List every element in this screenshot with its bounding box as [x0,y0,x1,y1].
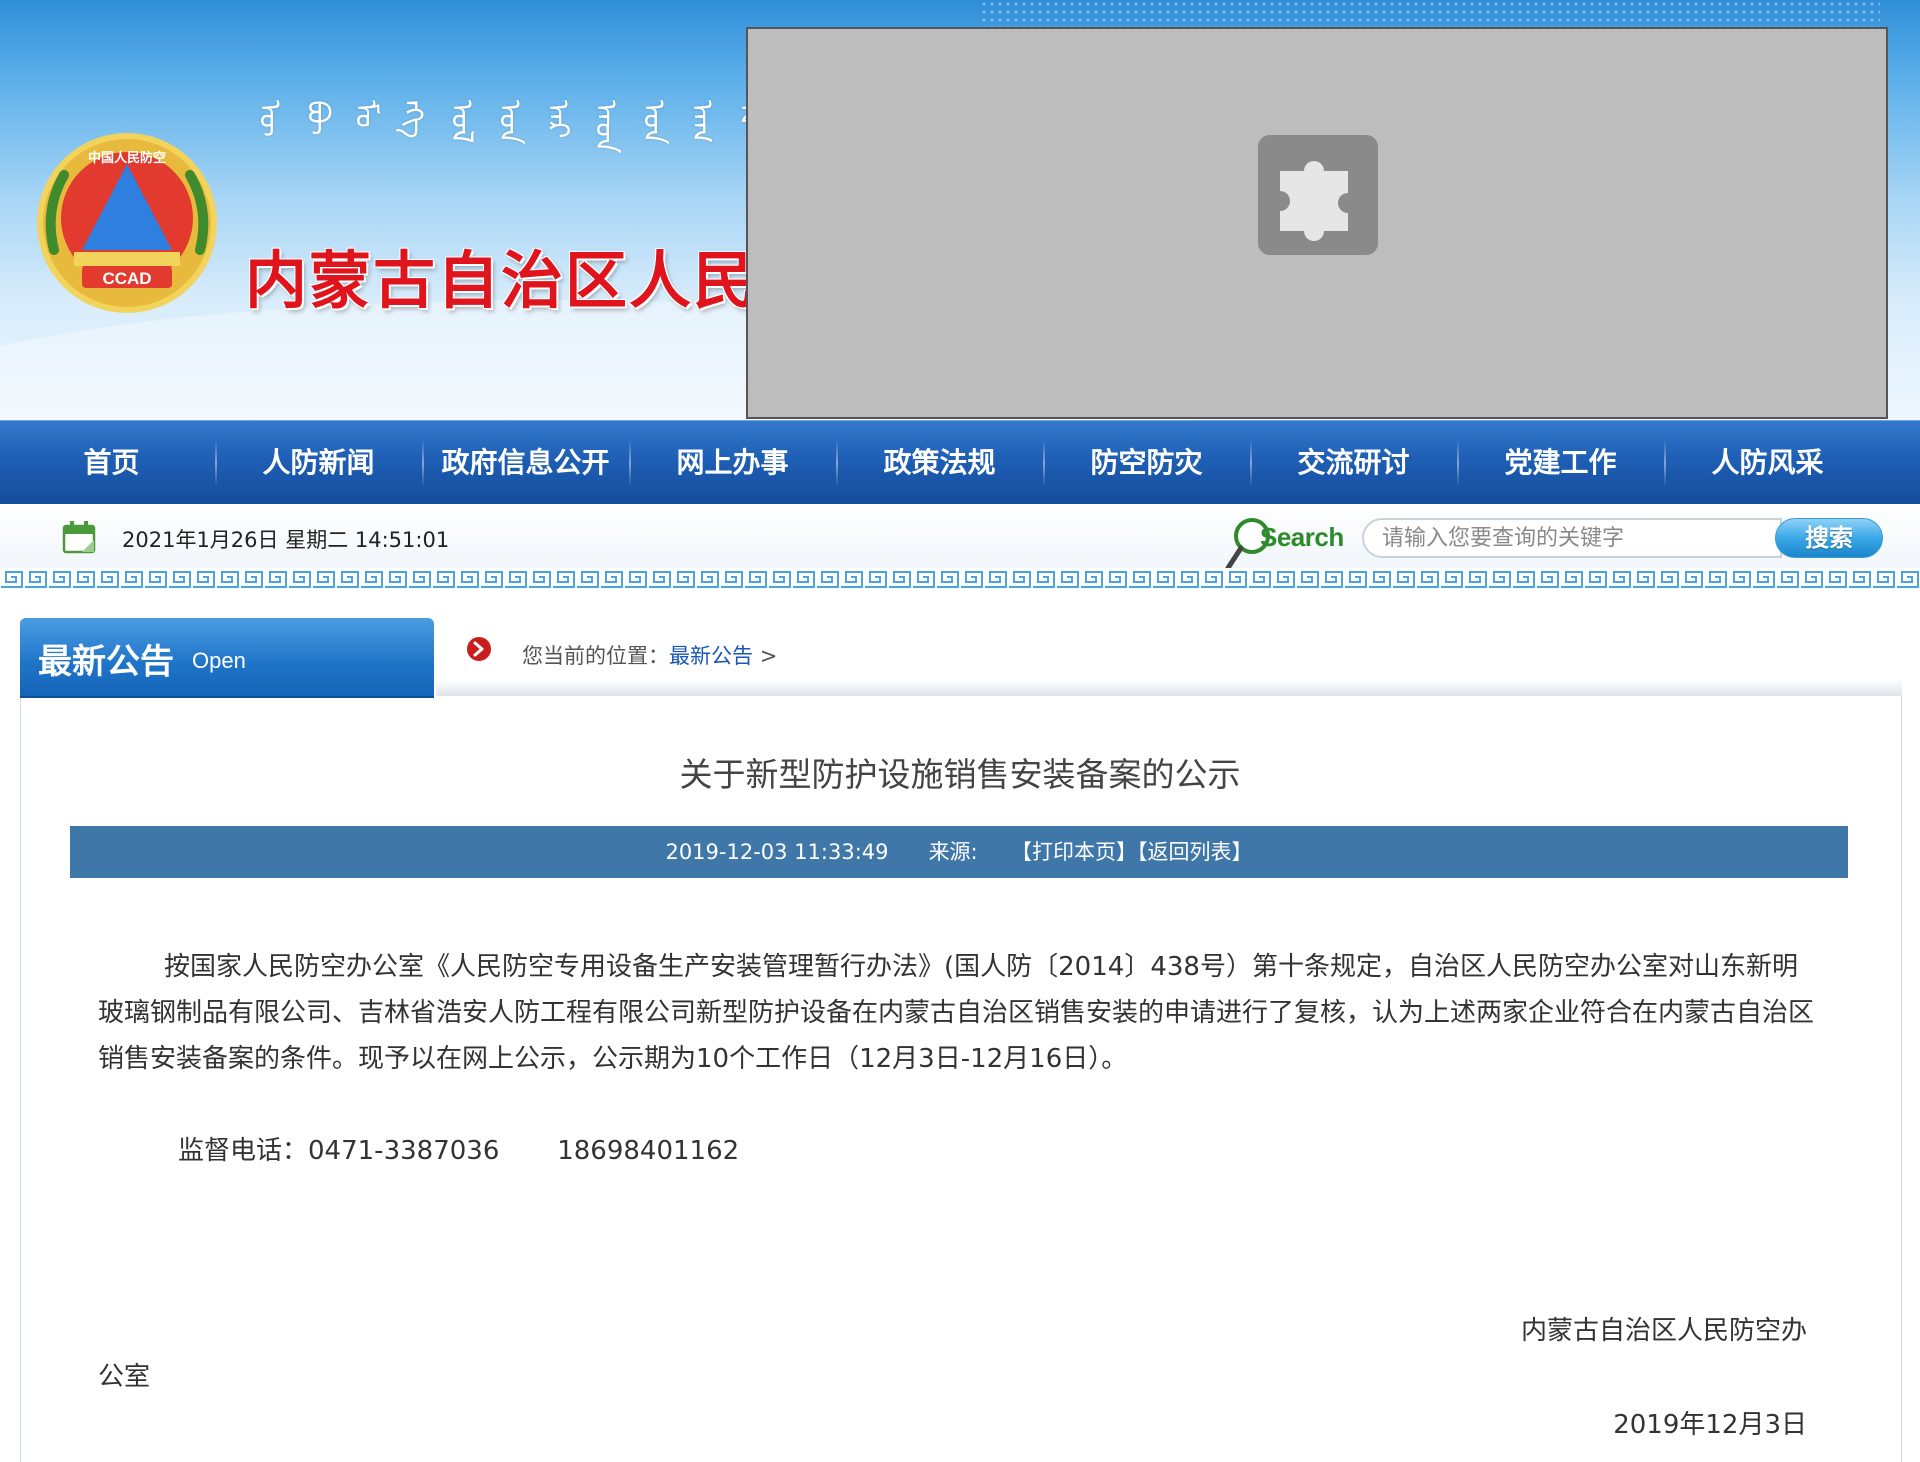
mongolian-glyph: ᠠᠭ [684,100,719,144]
emblem-ring-text: 中国人民防空 [88,150,166,166]
signature-line-1: 内蒙古自治区人民防空办 [1520,1316,1807,1346]
section-title: 最新公告 [38,642,174,682]
phone-number-2: 18698401162 [557,1136,740,1166]
section-subtitle: Open [192,648,246,673]
mongolian-glyph: ᠣᠯ [444,100,479,144]
main-navigation: 首页 人防新闻 政府信息公开 网上办事 政策法规 防空防灾 交流研讨 党建工作 人防风采 [0,420,1920,504]
ccad-emblem-logo: CCAD 中国人民防空 [37,133,217,313]
search-logo: Search [1222,510,1352,574]
search-input[interactable] [1362,518,1782,558]
puzzle-piece-icon [1258,135,1378,255]
date-search-bar: 2021年1月26日 星期二 14:51:01 Search 搜索 [0,504,1920,571]
breadcrumb-prefix: 您当前的位置： [522,644,669,668]
mongolian-glyph: ᠠᠷ [540,100,575,139]
mongolian-glyph: ᠪᠦ [300,100,335,136]
mongolian-glyph: ᠮᠣ [348,100,383,128]
section-tab-latest-notice: 最新公告 Open [20,618,434,696]
nav-item-5[interactable]: 防空防灾 [1043,421,1250,505]
phone-label: 监督电话： [178,1136,309,1166]
phone-number-1: 0471-3387036 [308,1136,500,1166]
page: CCAD 中国人民防空 ᠥᠪᠦᠮᠣᠩᠭᠣᠯᠤᠨᠠᠷᠠᠳᠤᠨᠠᠭᠠ 内蒙古自治区人… [0,0,1920,1462]
emblem-text: CCAD [102,269,151,288]
nav-item-4[interactable]: 政策法规 [836,421,1043,505]
signature-date: 2019年12月3日 [1613,1410,1807,1440]
arrow-right-circle-icon [467,637,491,661]
nav-item-3[interactable]: 网上办事 [629,421,836,505]
header-banner: CCAD 中国人民防空 ᠥᠪᠦᠮᠣᠩᠭᠣᠯᠤᠨᠠᠷᠠᠳᠤᠨᠠᠭᠠ 内蒙古自治区人… [0,0,1920,420]
breadcrumb-bar: 您当前的位置：最新公告 > [436,618,1902,696]
mongolian-glyph: ᠩᠭ [396,100,431,139]
search-logo-text: Search [1260,522,1344,552]
article-title: 关于新型防护设施销售安装备案的公示 [679,755,1241,794]
nav-item-0[interactable]: 首页 [8,421,215,505]
back-to-list-link[interactable]: 【返回列表】 [1137,840,1253,864]
print-page-link[interactable]: 【打印本页】 [1011,840,1137,864]
nav-item-2[interactable]: 政府信息公开 [422,421,629,505]
article-source-label: 来源: [928,840,978,864]
nav-item-7[interactable]: 党建工作 [1457,421,1664,505]
supervision-phone: 监督电话：0471-3387036 18698401162 [178,1130,739,1167]
calendar-icon [62,521,96,554]
nav-item-6[interactable]: 交流研讨 [1250,421,1457,505]
nav-item-1[interactable]: 人防新闻 [215,421,422,505]
missing-plugin-placeholder[interactable] [746,27,1888,419]
nav-item-8[interactable]: 人防风采 [1664,421,1871,505]
article-meta-bar: 2019-12-03 11:33:49 来源: 【打印本页】【返回列表】 [70,826,1848,878]
article-paragraph: 按国家人民防空办公室《人民防空专用设备生产安装管理暂行办法》(国人防〔2014〕… [98,952,1815,1074]
current-datetime: 2021年1月26日 星期二 14:51:01 [122,528,450,552]
breadcrumb-separator: > [759,644,778,668]
mongolian-glyph: ᠠᠳ [588,100,623,154]
article-body: 按国家人民防空办公室《人民防空专用设备生产安装管理暂行办法》(国人防〔2014〕… [98,944,1820,1082]
mongolian-glyph: ᠤᠨ [636,100,671,145]
search-button[interactable]: 搜索 [1775,518,1883,558]
mongolian-script-title: ᠥᠪᠦᠮᠣᠩᠭᠣᠯᠤᠨᠠᠷᠠᠳᠤᠨᠠᠭᠠ [252,100,767,220]
breadcrumb: 您当前的位置：最新公告 > [522,640,777,670]
article-datetime: 2019-12-03 11:33:49 [665,840,889,864]
mongolian-glyph: ᠥ [252,100,287,138]
signature-line-2: 公室 [98,1362,151,1392]
fret-border-decoration [0,568,1920,590]
breadcrumb-link-latest-notice[interactable]: 最新公告 [669,644,753,668]
mongolian-glyph: ᠤᠨ [492,100,527,145]
